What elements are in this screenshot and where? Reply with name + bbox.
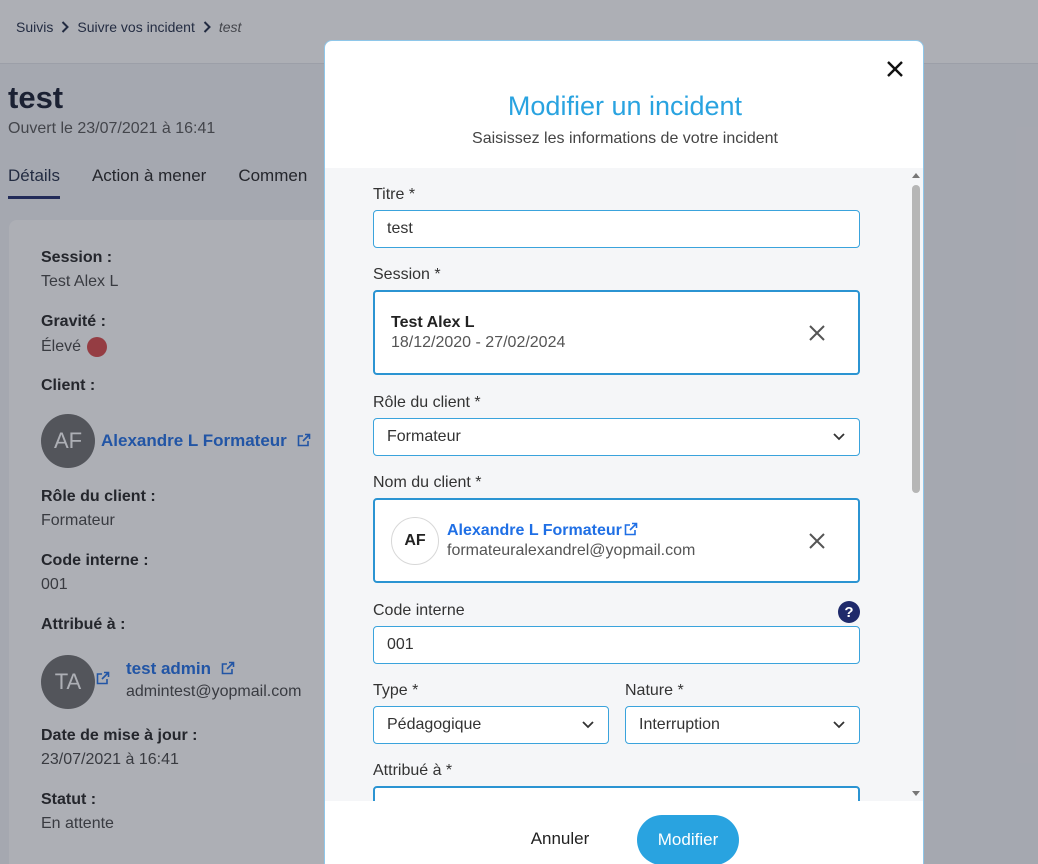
external-link-icon[interactable] <box>624 522 638 536</box>
submit-button[interactable]: Modifier <box>637 815 739 864</box>
close-icon[interactable] <box>883 57 907 81</box>
role-value: Formateur <box>387 428 461 445</box>
clear-icon[interactable] <box>808 324 826 342</box>
type-select[interactable]: Pédagogique <box>373 706 609 744</box>
code-input[interactable]: 001 <box>373 626 860 664</box>
code-label: Code interne <box>373 602 465 619</box>
type-label: Type * <box>373 682 419 699</box>
chevron-down-icon <box>833 721 845 729</box>
session-name: Test Alex L <box>391 313 475 331</box>
type-value: Pédagogique <box>387 716 482 733</box>
role-select[interactable]: Formateur <box>373 418 860 456</box>
code-value: 001 <box>387 636 414 653</box>
titre-label: Titre * <box>373 186 416 203</box>
titre-value: test <box>387 220 413 237</box>
attribue-label: Attribué à * <box>373 762 453 779</box>
client-name-link[interactable]: Alexandre L Formateur <box>447 522 622 539</box>
titre-input[interactable]: test <box>373 210 860 248</box>
session-label: Session * <box>373 266 441 283</box>
cancel-button[interactable]: Annuler <box>505 815 615 863</box>
client-email: formateuralexandrel@yopmail.com <box>447 541 696 559</box>
chevron-down-icon <box>582 721 594 729</box>
nom-label: Nom du client * <box>373 474 482 491</box>
nature-value: Interruption <box>639 716 720 733</box>
role-label: Rôle du client * <box>373 394 481 411</box>
session-select[interactable]: Test Alex L 18/12/2020 - 27/02/2024 <box>373 290 860 375</box>
avatar: AF <box>391 517 439 565</box>
modal-title: Modifier un incident <box>507 91 743 121</box>
session-dates: 18/12/2020 - 27/02/2024 <box>391 333 566 351</box>
scroll-down-arrow[interactable] <box>912 791 920 796</box>
chevron-down-icon <box>833 433 845 441</box>
client-select[interactable]: AF Alexandre L Formateur formateuralexan… <box>373 498 860 583</box>
scroll-up-arrow[interactable] <box>912 173 920 178</box>
modal-scrollbar[interactable] <box>909 168 923 801</box>
modal-subtitle: Saisissez les informations de votre inci… <box>472 130 778 147</box>
edit-incident-modal: Modifier un incident Saisissez les infor… <box>324 40 924 864</box>
scroll-thumb[interactable] <box>912 185 920 493</box>
help-icon[interactable]: ? <box>838 601 860 623</box>
nature-select[interactable]: Interruption <box>625 706 860 744</box>
clear-icon[interactable] <box>808 532 826 550</box>
attribue-select[interactable] <box>373 786 860 801</box>
modal-footer: Annuler Modifier <box>325 801 923 864</box>
modal-form[interactable]: Titre * test Session * Test Alex L 18/12… <box>325 168 923 801</box>
nature-label: Nature * <box>625 682 684 699</box>
